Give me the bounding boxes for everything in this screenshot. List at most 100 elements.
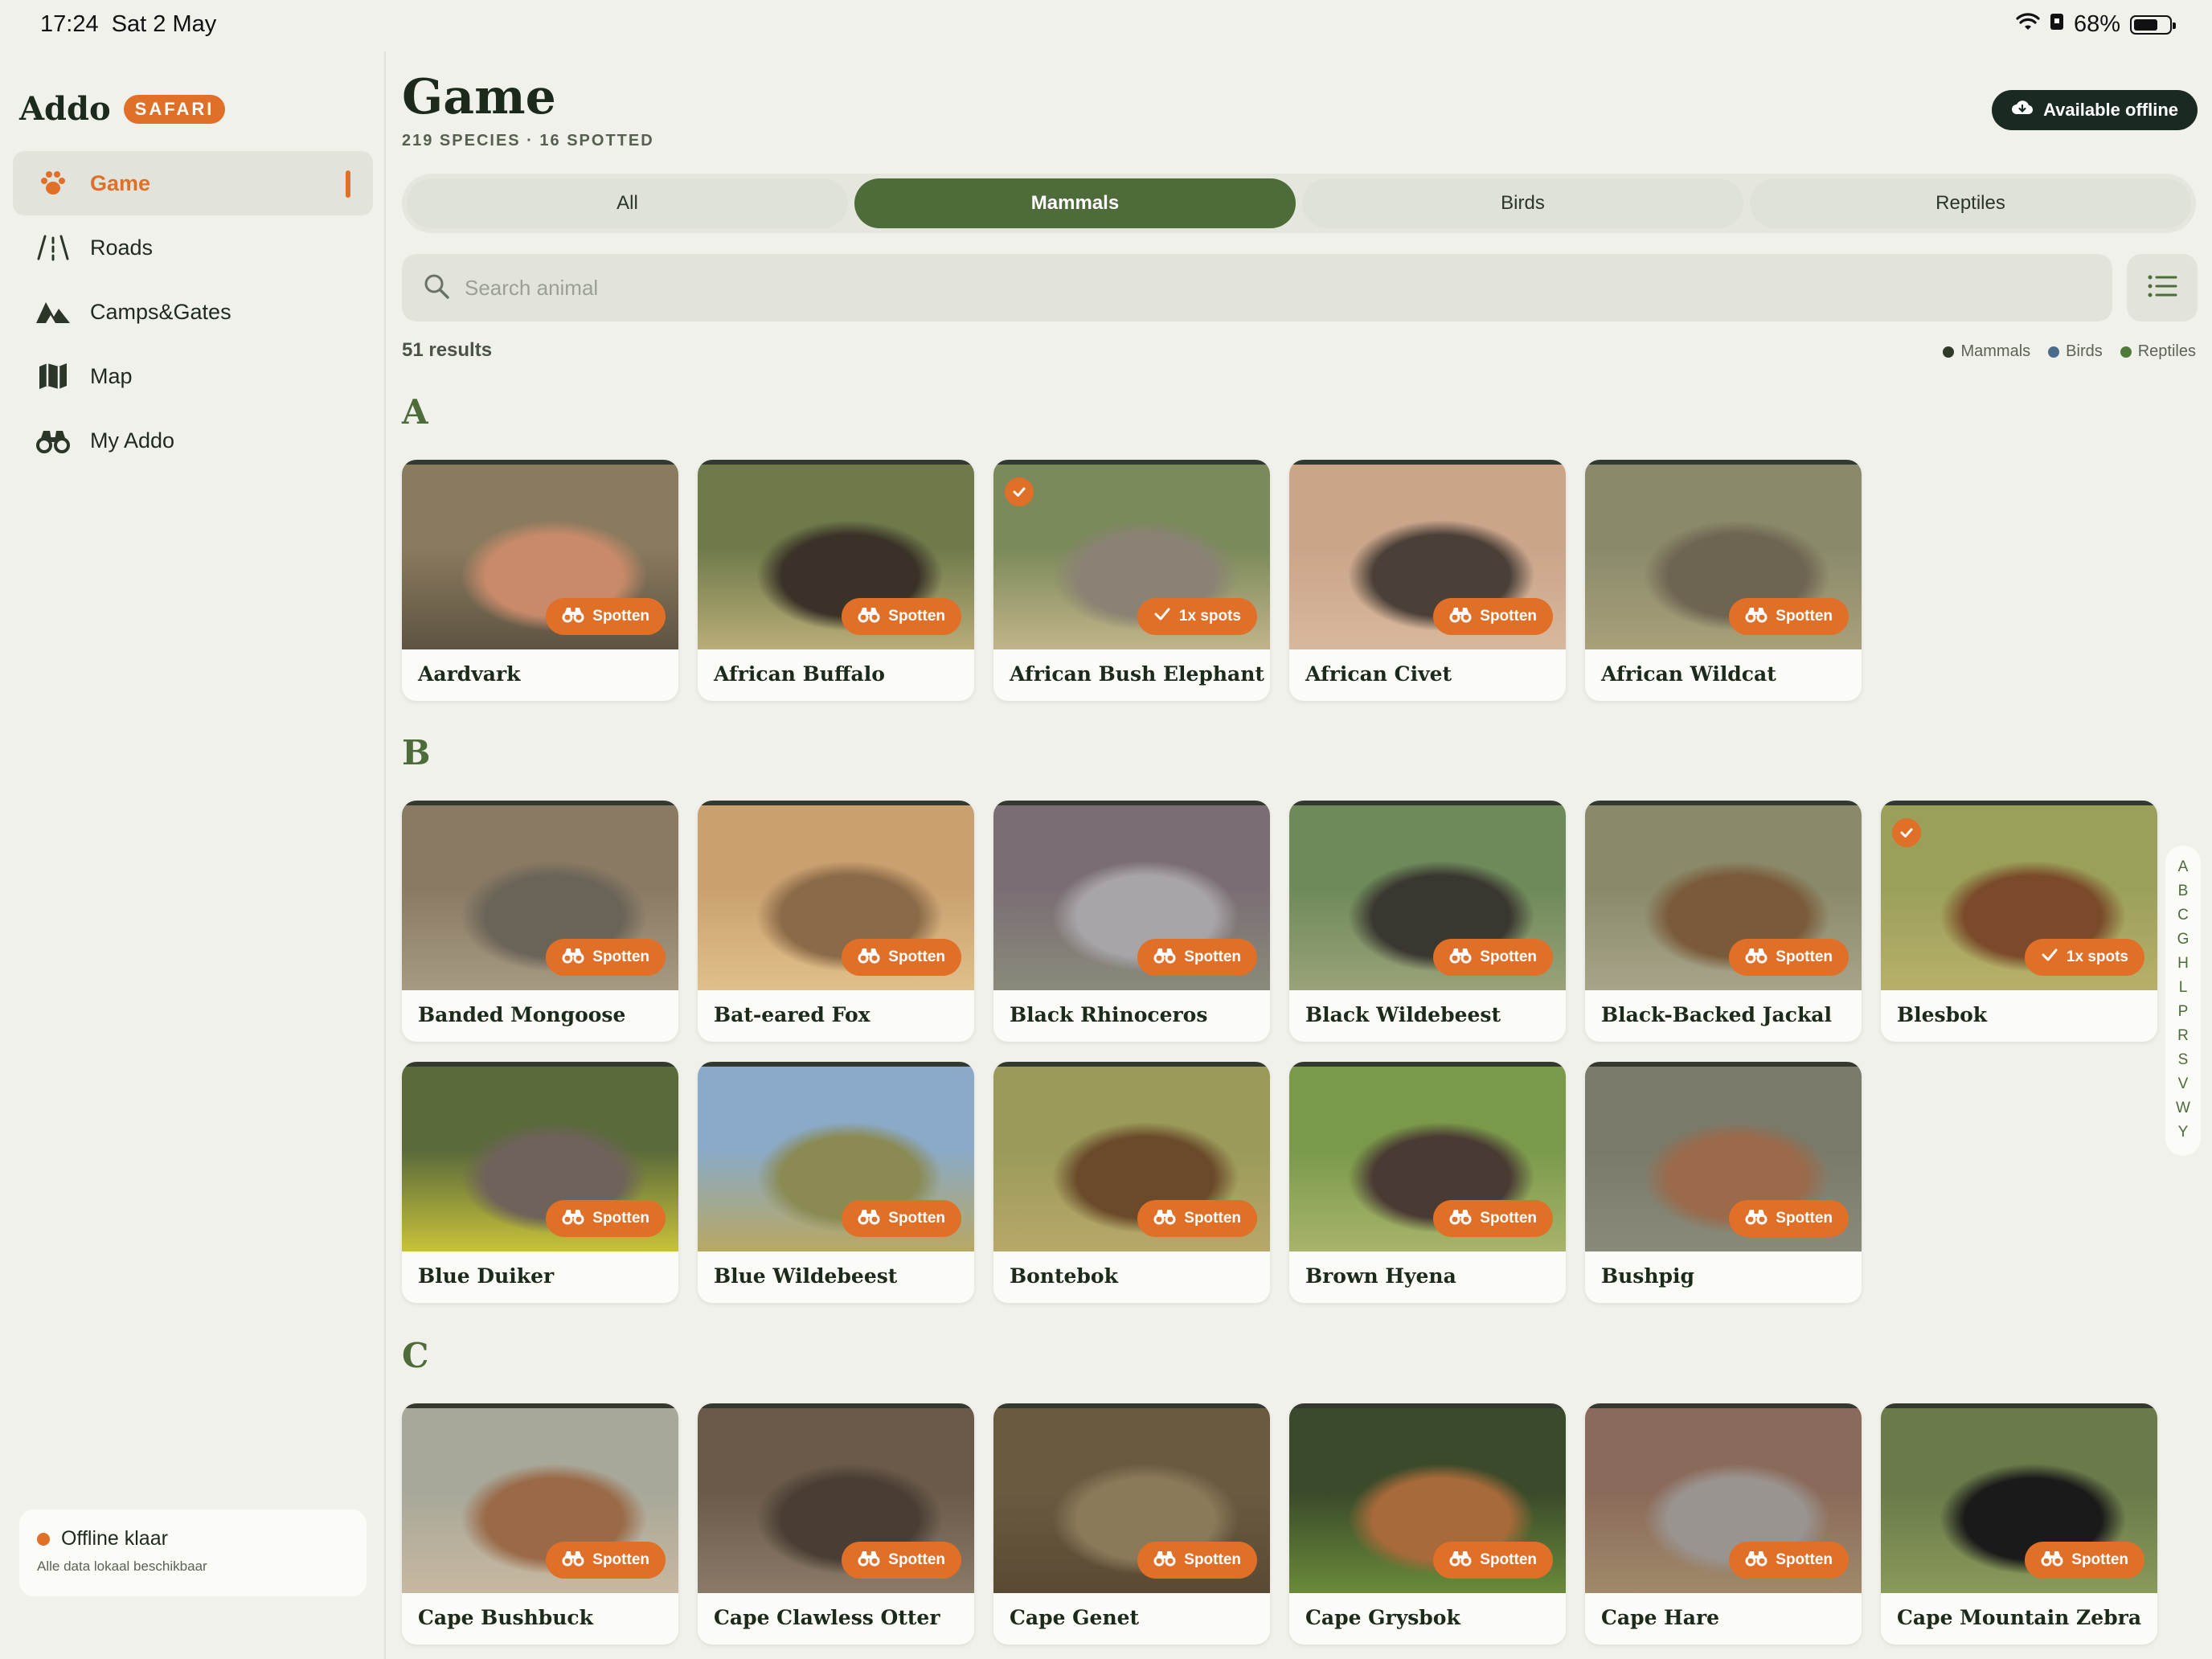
results-count: 51 results bbox=[402, 339, 493, 361]
animal-card-blue-wildebeest[interactable]: Spotten Blue Wildebeest bbox=[698, 1062, 974, 1303]
binoculars-icon bbox=[858, 946, 880, 969]
binoculars-icon bbox=[2041, 1549, 2063, 1571]
animal-name: Bat-eared Fox bbox=[714, 1003, 870, 1026]
animal-card-black-wildebeest[interactable]: Spotten Black Wildebeest bbox=[1289, 801, 1566, 1042]
available-offline-button[interactable]: Available offline bbox=[1992, 90, 2198, 130]
spot-button[interactable]: Spotten bbox=[1137, 1542, 1257, 1579]
offline-subtitle: Alle data lokaal beschikbaar bbox=[37, 1559, 207, 1574]
animal-name: Blesbok bbox=[1897, 1003, 1988, 1026]
sidebar-item-label: Camps&Gates bbox=[90, 299, 231, 324]
alphabet-index[interactable]: ABCGHLPRSVWY bbox=[2165, 846, 2201, 1156]
spot-button[interactable]: Spotten bbox=[842, 598, 961, 635]
tab-mammals[interactable]: Mammals bbox=[854, 178, 1296, 228]
index-letter[interactable]: A bbox=[2165, 858, 2201, 883]
binoculars-icon bbox=[1745, 946, 1768, 969]
index-letter[interactable]: H bbox=[2165, 955, 2201, 979]
animal-card-aardvark[interactable]: Spotten Aardvark bbox=[402, 460, 678, 701]
animal-name: Banded Mongoose bbox=[418, 1003, 626, 1026]
animal-card-cape-clawless-otter[interactable]: Spotten Cape Clawless Otter bbox=[698, 1403, 974, 1645]
animal-card-blue-duiker[interactable]: Spotten Blue Duiker bbox=[402, 1062, 678, 1303]
index-letter[interactable]: C bbox=[2165, 907, 2201, 931]
spot-button[interactable]: Spotten bbox=[1729, 939, 1849, 976]
index-letter[interactable]: P bbox=[2165, 1003, 2201, 1027]
spot-button-label: Spotten bbox=[1184, 948, 1241, 965]
sidebar-item-camps-gates[interactable]: Camps&Gates bbox=[13, 280, 373, 344]
spot-button[interactable]: Spotten bbox=[1433, 1542, 1553, 1579]
spot-button-label: Spotten bbox=[592, 948, 649, 965]
status-date: Sat 2 May bbox=[111, 11, 217, 37]
animal-card-african-bush-elephant[interactable]: 1x spots African Bush Elephant bbox=[993, 460, 1270, 701]
sidebar-item-my-addo[interactable]: My Addo bbox=[13, 408, 373, 473]
tab-reptiles[interactable]: Reptiles bbox=[1750, 178, 2191, 228]
spot-button[interactable]: Spotten bbox=[1433, 598, 1553, 635]
binoculars-icon bbox=[858, 605, 880, 628]
animal-card-brown-hyena[interactable]: Spotten Brown Hyena bbox=[1289, 1062, 1566, 1303]
spot-button[interactable]: Spotten bbox=[1433, 939, 1553, 976]
animal-card-black-backed-jackal[interactable]: Spotten Black-Backed Jackal bbox=[1585, 801, 1862, 1042]
spot-button[interactable]: 1x spots bbox=[2024, 939, 2144, 976]
index-letter[interactable]: S bbox=[2165, 1051, 2201, 1075]
spot-button-label: Spotten bbox=[1480, 1551, 1537, 1568]
binoculars-icon bbox=[562, 1549, 584, 1571]
index-letter[interactable]: V bbox=[2165, 1075, 2201, 1100]
sidebar-nav: Game Roads Camps&Gates Map My Addo bbox=[13, 151, 373, 473]
animal-card-cape-genet[interactable]: Spotten Cape Genet bbox=[993, 1403, 1270, 1645]
spot-button[interactable]: Spotten bbox=[2025, 1542, 2144, 1579]
index-letter[interactable]: B bbox=[2165, 883, 2201, 907]
animal-card-african-civet[interactable]: Spotten African Civet bbox=[1289, 460, 1566, 701]
search-input[interactable] bbox=[465, 275, 1911, 301]
binoculars-icon bbox=[562, 1207, 584, 1230]
spot-button[interactable]: 1x spots bbox=[1137, 598, 1257, 635]
binoculars-icon bbox=[1745, 605, 1768, 628]
animal-name: Black-Backed Jackal bbox=[1601, 1003, 1832, 1026]
animal-card-cape-bushbuck[interactable]: Spotten Cape Bushbuck bbox=[402, 1403, 678, 1645]
spot-button[interactable]: Spotten bbox=[546, 939, 666, 976]
spot-button[interactable]: Spotten bbox=[1137, 1200, 1257, 1237]
spot-button[interactable]: Spotten bbox=[1433, 1200, 1553, 1237]
index-letter[interactable]: G bbox=[2165, 931, 2201, 955]
spot-button[interactable]: Spotten bbox=[546, 1200, 666, 1237]
binoculars-icon bbox=[1449, 1549, 1472, 1571]
animal-card-cape-grysbok[interactable]: Spotten Cape Grysbok bbox=[1289, 1403, 1566, 1645]
animal-card-blesbok[interactable]: 1x spots Blesbok bbox=[1881, 801, 2157, 1042]
animal-card-banded-mongoose[interactable]: Spotten Banded Mongoose bbox=[402, 801, 678, 1042]
animal-card-bat-eared-fox[interactable]: Spotten Bat-eared Fox bbox=[698, 801, 974, 1042]
search-bar bbox=[402, 254, 2112, 322]
spot-button[interactable]: Spotten bbox=[546, 598, 666, 635]
spot-button[interactable]: Spotten bbox=[1137, 939, 1257, 976]
cloud-download-icon bbox=[2011, 99, 2034, 121]
spot-button-label: Spotten bbox=[1480, 1210, 1537, 1227]
legend-dot bbox=[2048, 346, 2060, 358]
binoculars-icon bbox=[1153, 1549, 1176, 1571]
spot-button[interactable]: Spotten bbox=[1729, 1542, 1849, 1579]
spot-button[interactable]: Spotten bbox=[842, 939, 961, 976]
spot-button[interactable]: Spotten bbox=[842, 1200, 961, 1237]
animal-card-bontebok[interactable]: Spotten Bontebok bbox=[993, 1062, 1270, 1303]
spot-button[interactable]: Spotten bbox=[842, 1542, 961, 1579]
list-icon bbox=[2146, 273, 2178, 303]
list-view-button[interactable] bbox=[2127, 254, 2198, 322]
index-letter[interactable]: Y bbox=[2165, 1124, 2201, 1148]
animal-card-cape-mountain-zebra[interactable]: Spotten Cape Mountain Zebra bbox=[1881, 1403, 2157, 1645]
spot-button[interactable]: Spotten bbox=[1729, 1200, 1849, 1237]
animal-card-african-wildcat[interactable]: Spotten African Wildcat bbox=[1585, 460, 1862, 701]
legend-item-mammals: Mammals bbox=[1943, 342, 2030, 361]
sidebar-item-label: Map bbox=[90, 363, 133, 388]
animal-card-bushpig[interactable]: Spotten Bushpig bbox=[1585, 1062, 1862, 1303]
sidebar-item-roads[interactable]: Roads bbox=[13, 215, 373, 280]
legend-dot bbox=[1943, 346, 1955, 358]
sidebar-item-map[interactable]: Map bbox=[13, 344, 373, 408]
wifi-icon bbox=[2016, 11, 2040, 38]
animal-card-african-buffalo[interactable]: Spotten African Buffalo bbox=[698, 460, 974, 701]
index-letter[interactable]: R bbox=[2165, 1027, 2201, 1051]
spot-button[interactable]: Spotten bbox=[546, 1542, 666, 1579]
animal-card-black-rhinoceros[interactable]: Spotten Black Rhinoceros bbox=[993, 801, 1270, 1042]
index-letter[interactable]: W bbox=[2165, 1100, 2201, 1124]
spot-button-label: Spotten bbox=[1184, 1210, 1241, 1227]
sidebar-item-game[interactable]: Game bbox=[13, 151, 373, 215]
tab-all[interactable]: All bbox=[407, 178, 848, 228]
tab-birds[interactable]: Birds bbox=[1302, 178, 1743, 228]
spot-button[interactable]: Spotten bbox=[1729, 598, 1849, 635]
index-letter[interactable]: L bbox=[2165, 979, 2201, 1003]
animal-card-cape-hare[interactable]: Spotten Cape Hare bbox=[1585, 1403, 1862, 1645]
